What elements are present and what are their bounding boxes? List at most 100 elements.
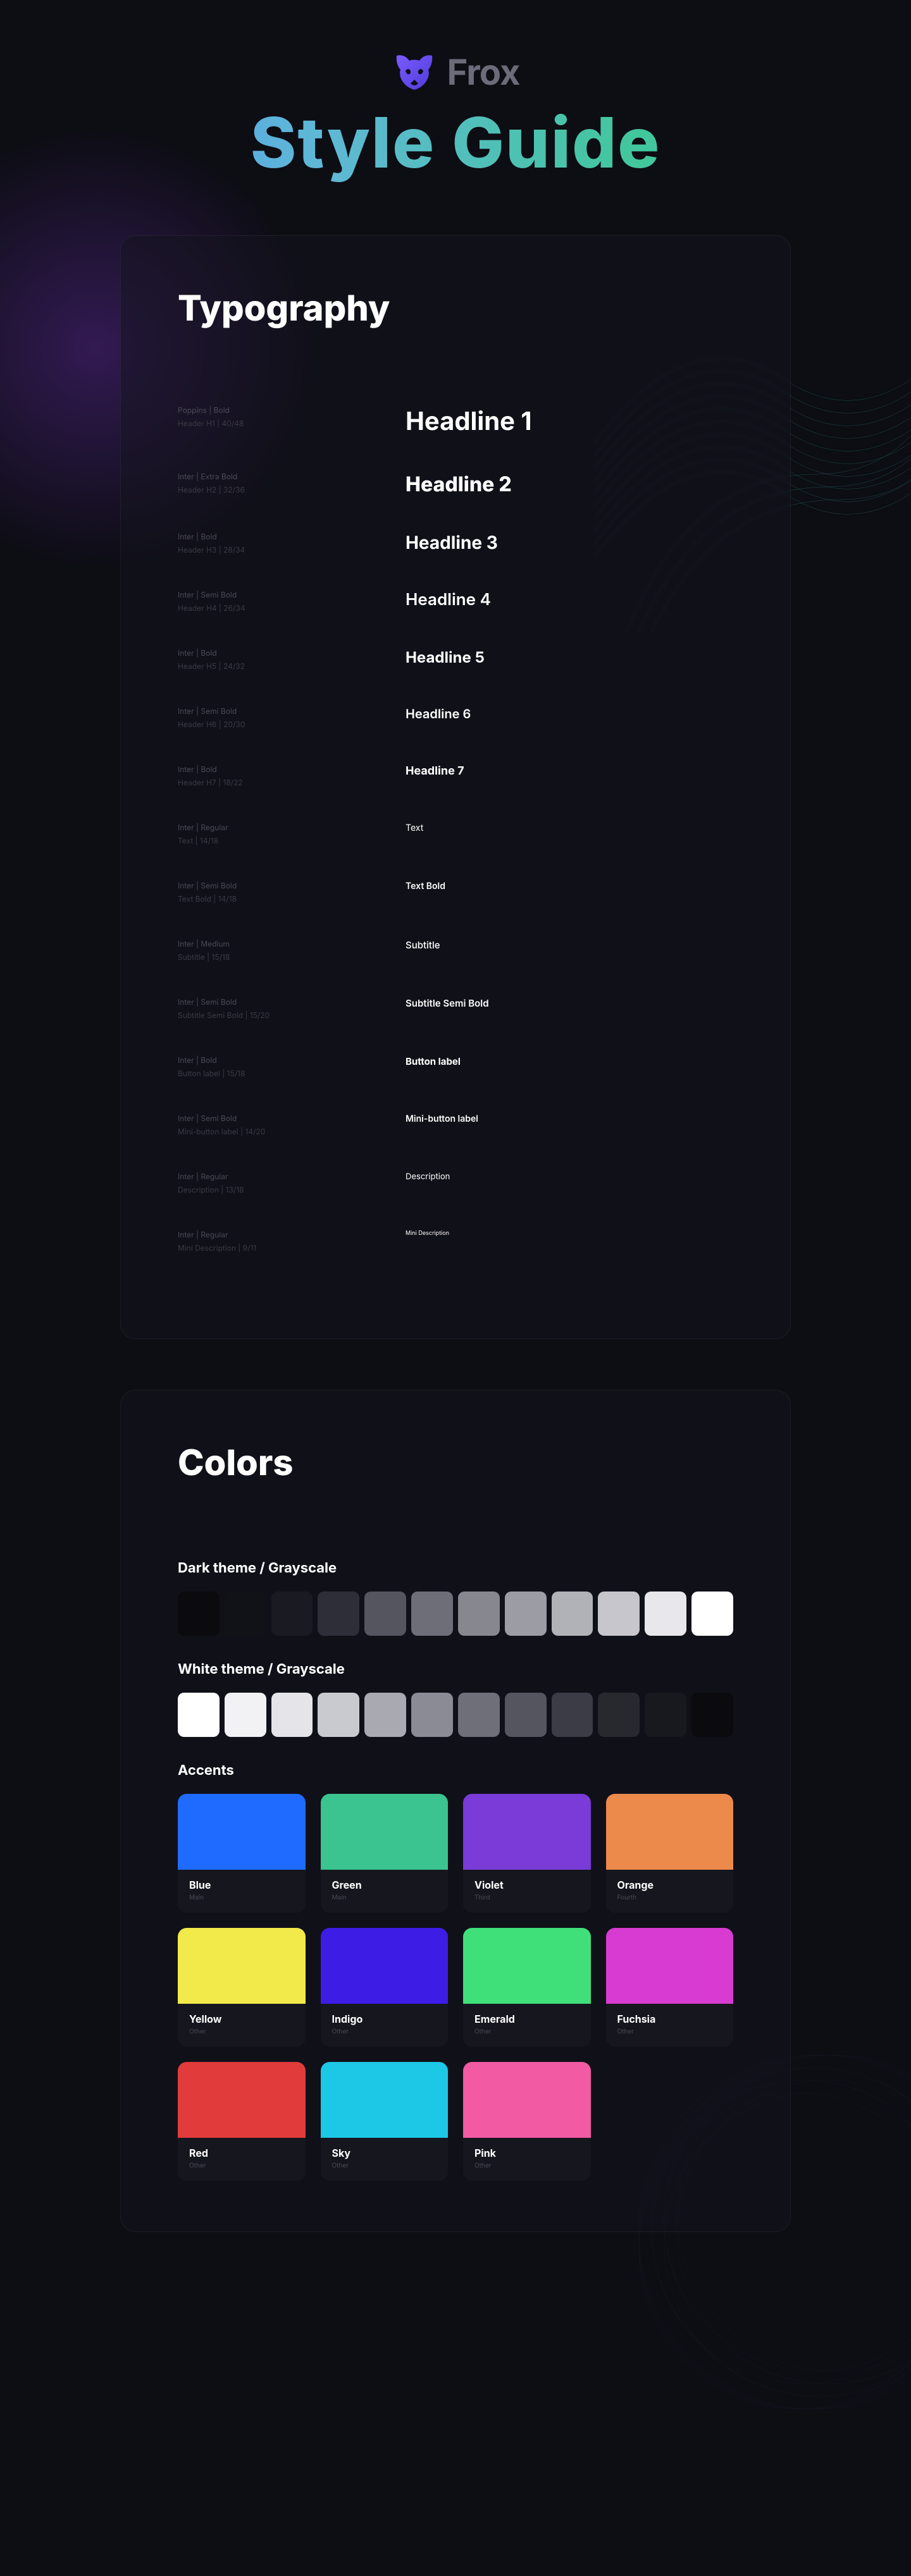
accent-swatch bbox=[178, 2062, 306, 2138]
typography-meta: Inter | BoldButton label | 15/18 bbox=[178, 1055, 406, 1078]
typography-row: Inter | Extra BoldHeader H2 | 32/36Headl… bbox=[178, 472, 733, 496]
typography-meta: Inter | Extra Bold Header H2 | 32/36 bbox=[178, 472, 406, 494]
accent-card: Blue Main bbox=[178, 1794, 306, 1913]
typography-row: Poppins | BoldHeader H1 | 40/48Headline … bbox=[178, 405, 733, 436]
accent-swatch bbox=[321, 2062, 449, 2138]
typo-font-spec: Inter | Extra Bold bbox=[178, 472, 406, 481]
typography-panel: Typography Poppins | BoldHeader H1 | 40/… bbox=[120, 235, 791, 1339]
typography-sample: Headline 7 bbox=[406, 764, 733, 778]
typo-size-spec: Subtitle Semi Bold | 15/20 bbox=[178, 1010, 406, 1020]
accent-sub: Fourth bbox=[617, 1894, 722, 1901]
color-swatch bbox=[411, 1592, 453, 1636]
dark-grayscale-row bbox=[178, 1592, 733, 1636]
color-swatch bbox=[458, 1693, 500, 1737]
accent-card: Sky Other bbox=[321, 2062, 449, 2181]
typography-meta: Inter | Regular Text | 14/18 bbox=[178, 823, 406, 845]
typography-row: Inter | RegularDescription | 13/18Descri… bbox=[178, 1172, 733, 1194]
typo-font-spec: Inter | Semi Bold bbox=[178, 706, 406, 716]
typography-sample: Subtitle bbox=[406, 939, 733, 951]
typo-size-spec: Header H7 | 18/22 bbox=[178, 778, 406, 787]
accent-card: Emerald Other bbox=[463, 1928, 591, 2047]
accent-grid: Blue Main Green Main Violet Third Orange Fourth… bbox=[178, 1794, 733, 2181]
typo-font-spec: Inter | Bold bbox=[178, 1055, 406, 1065]
accent-sub: Main bbox=[189, 1894, 294, 1901]
color-swatch bbox=[364, 1693, 406, 1737]
typography-meta: Inter | Semi BoldHeader H4 | 26/34 bbox=[178, 590, 406, 613]
accent-sub: Other bbox=[474, 2028, 579, 2035]
accent-card: Red Other bbox=[178, 2062, 306, 2181]
accent-name: Fuchsia bbox=[617, 2013, 722, 2025]
typo-font-spec: Inter | Bold bbox=[178, 532, 406, 541]
typography-sample: Headline 5 bbox=[406, 648, 733, 666]
accent-name: Sky bbox=[332, 2147, 437, 2159]
typography-meta: Poppins | BoldHeader H1 | 40/48 bbox=[178, 405, 406, 428]
typography-meta: Inter | BoldHeader H7 | 18/22 bbox=[178, 764, 406, 787]
typography-meta: Inter | MediumSubtitle | 15/18 bbox=[178, 939, 406, 962]
accent-name: Pink bbox=[474, 2147, 579, 2159]
accent-card: IndigoOther bbox=[321, 1928, 449, 2047]
accent-swatch bbox=[321, 1794, 449, 1870]
accent-sub: Other bbox=[617, 2028, 722, 2035]
typo-size-spec: Mini-button label | 14/20 bbox=[178, 1127, 406, 1136]
color-swatch bbox=[225, 1592, 266, 1636]
typo-size-spec: Subtitle | 15/18 bbox=[178, 952, 406, 962]
typo-font-spec: Inter | Bold bbox=[178, 648, 406, 658]
accent-swatch bbox=[178, 1928, 306, 2004]
typography-meta: Inter | Semi BoldSubtitle Semi Bold | 15… bbox=[178, 997, 406, 1020]
accent-name: Blue bbox=[189, 1879, 294, 1891]
accent-swatch bbox=[463, 2062, 591, 2138]
typography-sample: Text bbox=[406, 823, 733, 833]
accent-name: Green bbox=[332, 1879, 437, 1891]
accent-name: Red bbox=[189, 2147, 294, 2159]
accent-name: Indigo bbox=[332, 2013, 437, 2025]
typo-font-spec: Inter | Regular bbox=[178, 1230, 406, 1239]
accent-sub: Other bbox=[332, 2162, 437, 2169]
accent-sub: Main bbox=[332, 1894, 437, 1901]
typography-heading: Typography bbox=[178, 286, 733, 329]
color-swatch bbox=[411, 1693, 453, 1737]
typography-meta: Inter | Semi BoldMini-button label | 14/… bbox=[178, 1113, 406, 1136]
typography-sample: Subtitle Semi Bold bbox=[406, 997, 733, 1009]
typo-size-spec: Header H2 | 32/36 bbox=[178, 485, 406, 494]
accent-card: Pink Other bbox=[463, 2062, 591, 2181]
page-header: Frox Style Guide bbox=[0, 51, 911, 185]
accent-info: Emerald Other bbox=[463, 2004, 591, 2047]
accent-swatch bbox=[178, 1794, 306, 1870]
typography-row: Inter | Regular Text | 14/18Text bbox=[178, 823, 733, 845]
typo-size-spec: Text | 14/18 bbox=[178, 836, 406, 845]
color-swatch bbox=[178, 1592, 220, 1636]
color-swatch bbox=[505, 1693, 547, 1737]
accent-info: Green Main bbox=[321, 1870, 449, 1913]
typography-meta: Inter | BoldHeader H5 | 24/32 bbox=[178, 648, 406, 671]
typo-font-spec: Inter | Regular bbox=[178, 823, 406, 832]
accent-name: Orange bbox=[617, 1879, 722, 1891]
accent-info: Orange Fourth bbox=[606, 1870, 734, 1913]
color-swatch bbox=[645, 1592, 686, 1636]
accent-info: YellowOther bbox=[178, 2004, 306, 2047]
accent-name: Emerald bbox=[474, 2013, 579, 2025]
accent-info: IndigoOther bbox=[321, 2004, 449, 2047]
typography-row: Inter | BoldButton label | 15/18Button l… bbox=[178, 1055, 733, 1078]
brand: Frox bbox=[392, 51, 520, 94]
accents-label: Accents bbox=[178, 1762, 733, 1779]
color-swatch bbox=[271, 1693, 313, 1737]
typography-sample: Description bbox=[406, 1172, 733, 1182]
color-swatch bbox=[598, 1592, 640, 1636]
accent-info: Blue Main bbox=[178, 1870, 306, 1913]
accent-card: Violet Third bbox=[463, 1794, 591, 1913]
accent-name: Violet bbox=[474, 1879, 579, 1891]
accent-swatch bbox=[463, 1928, 591, 2004]
accent-sub: Third bbox=[474, 1894, 579, 1901]
accent-swatch bbox=[606, 1928, 734, 2004]
typo-size-spec: Description | 13/18 bbox=[178, 1185, 406, 1194]
accent-swatch bbox=[463, 1794, 591, 1870]
typography-sample: Headline 4 bbox=[406, 590, 733, 610]
accent-sub: Other bbox=[474, 2162, 579, 2169]
typography-sample: Headline 3 bbox=[406, 532, 733, 553]
typography-sample: Text Bold bbox=[406, 881, 733, 892]
accent-sub: Other bbox=[189, 2162, 294, 2169]
colors-heading: Colors bbox=[178, 1441, 733, 1484]
color-swatch bbox=[645, 1693, 686, 1737]
accent-swatch bbox=[321, 1928, 449, 2004]
accent-card: Green Main bbox=[321, 1794, 449, 1913]
